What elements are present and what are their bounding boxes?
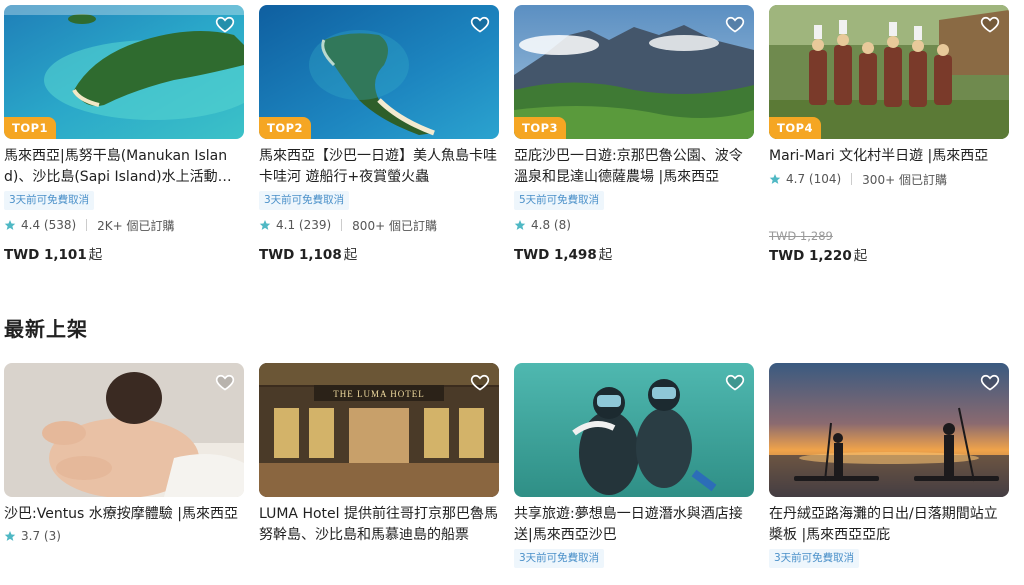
product-image[interactable]: TOP2 xyxy=(259,5,499,139)
price: TWD 1,101 起 xyxy=(4,243,244,263)
product-title[interactable]: 亞庇沙巴一日遊:京那巴魯公園、波令溫泉和昆達山德薩農場 |馬來西亞 xyxy=(514,146,754,188)
rating-text: 4.4 (538) xyxy=(21,218,77,232)
star-icon xyxy=(4,220,16,230)
rating-text: 4.7 (104) xyxy=(786,172,842,186)
product-card[interactable]: 在丹絨亞路海灘的日出/日落期間站立槳板 |馬來西亞亞庇 3天前可免費取消 xyxy=(769,363,1009,568)
product-title[interactable]: 馬來西亞|馬努干島(Manukan Island)、沙比島(Sapi Islan… xyxy=(4,146,244,188)
price-amount: TWD 1,220 xyxy=(769,248,852,264)
wishlist-heart-icon[interactable] xyxy=(725,14,745,34)
wishlist-heart-icon[interactable] xyxy=(980,14,1000,34)
star-icon xyxy=(259,220,271,230)
product-image[interactable] xyxy=(769,363,1009,497)
price-unit: 起 xyxy=(88,247,103,263)
product-title[interactable]: 沙巴:Ventus 水療按摩體驗 |馬來西亞 xyxy=(4,504,244,525)
product-title[interactable]: 共享旅遊:夢想島一日遊潛水與酒店接送|馬來西亞沙巴 xyxy=(514,504,754,546)
price: TWD 1,220 起 xyxy=(769,244,1009,264)
price-unit: 起 xyxy=(343,247,358,263)
top-products-row: TOP1 馬來西亞|馬努干島(Manukan Island)、沙比島(Sapi … xyxy=(4,5,1009,264)
price: TWD 1,498 起 xyxy=(514,243,754,263)
meta-divider xyxy=(851,173,853,185)
product-card[interactable]: TOP4 Mari-Mari 文化村半日遊 |馬來西亞 4.7 (104) 30… xyxy=(769,5,1009,264)
wishlist-heart-icon[interactable] xyxy=(470,14,490,34)
product-image[interactable] xyxy=(514,363,754,497)
wishlist-heart-icon[interactable] xyxy=(980,372,1000,392)
meta-divider xyxy=(86,219,88,231)
star-icon xyxy=(4,531,16,541)
product-meta: 4.7 (104) 300+ 個已訂購 xyxy=(769,170,1009,188)
rating-text: 4.1 (239) xyxy=(276,218,332,232)
section-title-new-arrivals: 最新上架 xyxy=(4,317,88,341)
booked-count: 2K+ 個已訂購 xyxy=(97,218,175,233)
free-cancel-tag: 3天前可免費取消 xyxy=(259,191,350,210)
product-meta: 4.8 (8) xyxy=(514,216,754,234)
meta-divider xyxy=(341,219,343,231)
product-meta: 3.7 (3) xyxy=(4,527,244,545)
star-icon xyxy=(514,220,526,230)
price-amount: TWD 1,101 xyxy=(4,247,87,263)
product-card[interactable]: TOP3 亞庇沙巴一日遊:京那巴魯公園、波令溫泉和昆達山德薩農場 |馬來西亞 5… xyxy=(514,5,754,264)
wishlist-heart-icon[interactable] xyxy=(725,372,745,392)
booked-count: 800+ 個已訂購 xyxy=(352,218,437,233)
product-image[interactable]: TOP1 xyxy=(4,5,244,139)
free-cancel-tag: 3天前可免費取消 xyxy=(4,191,95,210)
hotel-sign-text: THE LUMA HOTEL xyxy=(333,389,425,399)
rating-text: 3.7 (3) xyxy=(21,529,61,543)
rank-badge: TOP2 xyxy=(259,117,312,139)
price-amount: TWD 1,108 xyxy=(259,247,342,263)
product-title[interactable]: LUMA Hotel 提供前往哥打京那巴魯馬努幹島、沙比島和馬慕迪島的船票 xyxy=(259,504,499,546)
price: TWD 1,108 起 xyxy=(259,243,499,263)
wishlist-heart-icon[interactable] xyxy=(470,372,490,392)
wishlist-heart-icon[interactable] xyxy=(215,372,235,392)
price-unit: 起 xyxy=(598,247,613,263)
rating-text: 4.8 (8) xyxy=(531,218,571,232)
price-unit: 起 xyxy=(853,248,868,264)
product-card[interactable]: 沙巴:Ventus 水療按摩體驗 |馬來西亞 3.7 (3) xyxy=(4,363,244,568)
product-image[interactable]: TOP4 xyxy=(769,5,1009,139)
product-image[interactable] xyxy=(4,363,244,497)
product-meta: 4.1 (239) 800+ 個已訂購 xyxy=(259,216,499,234)
original-price: TWD 1,289 xyxy=(769,229,833,243)
free-cancel-tag: 3天前可免費取消 xyxy=(769,549,860,568)
product-title[interactable]: 馬來西亞【沙巴一日遊】美人魚島卡哇卡哇河 遊船行+夜賞螢火蟲 xyxy=(259,146,499,188)
product-image[interactable]: THE LUMA HOTEL xyxy=(259,363,499,497)
product-title[interactable]: 在丹絨亞路海灘的日出/日落期間站立槳板 |馬來西亞亞庇 xyxy=(769,504,1009,546)
new-products-row: 沙巴:Ventus 水療按摩體驗 |馬來西亞 3.7 (3) THE LUMA … xyxy=(4,363,1009,568)
star-icon xyxy=(769,174,781,184)
product-meta: 4.4 (538) 2K+ 個已訂購 xyxy=(4,216,244,234)
product-image[interactable]: TOP3 xyxy=(514,5,754,139)
booked-count: 300+ 個已訂購 xyxy=(862,172,947,187)
product-card[interactable]: THE LUMA HOTEL LUMA Hotel 提供前往哥打京那巴魯馬努幹島… xyxy=(259,363,499,568)
free-cancel-tag: 3天前可免費取消 xyxy=(514,549,605,568)
price-amount: TWD 1,498 xyxy=(514,247,597,263)
rank-badge: TOP3 xyxy=(514,117,567,139)
rank-badge: TOP1 xyxy=(4,117,57,139)
product-card[interactable]: 共享旅遊:夢想島一日遊潛水與酒店接送|馬來西亞沙巴 3天前可免費取消 xyxy=(514,363,754,568)
product-card[interactable]: TOP2 馬來西亞【沙巴一日遊】美人魚島卡哇卡哇河 遊船行+夜賞螢火蟲 3天前可… xyxy=(259,5,499,264)
product-card[interactable]: TOP1 馬來西亞|馬努干島(Manukan Island)、沙比島(Sapi … xyxy=(4,5,244,264)
wishlist-heart-icon[interactable] xyxy=(215,14,235,34)
free-cancel-tag: 5天前可免費取消 xyxy=(514,191,605,210)
rank-badge: TOP4 xyxy=(769,117,822,139)
